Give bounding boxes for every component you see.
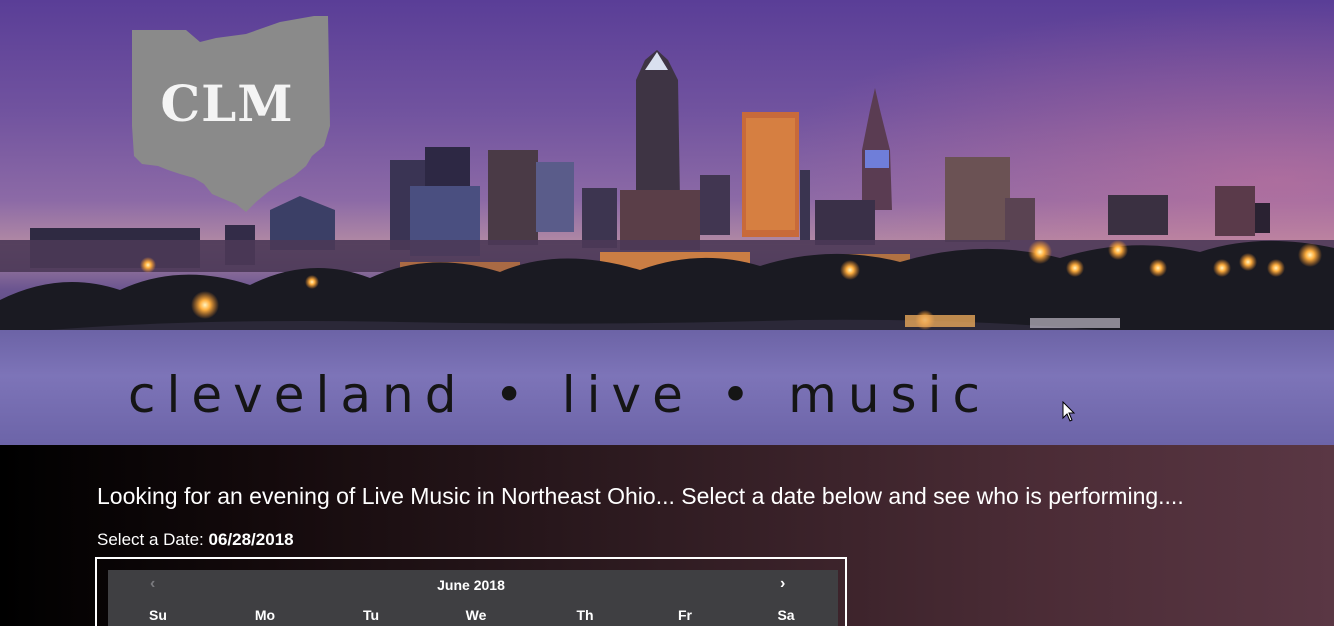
header-banner: CLM cleveland • live • music <box>0 0 1334 445</box>
page: CLM cleveland • live • music Looking for… <box>0 0 1334 626</box>
date-select-label: Select a Date: <box>97 530 204 549</box>
next-month-chevron-icon[interactable]: › <box>780 575 785 593</box>
weekday-label: Fr <box>678 607 692 623</box>
site-tagline: cleveland • live • music <box>128 366 991 424</box>
logo-text: CLM <box>160 74 294 133</box>
mouse-pointer-icon <box>1062 401 1076 422</box>
date-select-line: Select a Date: 06/28/2018 <box>97 530 294 550</box>
weekday-label: Tu <box>362 607 380 623</box>
weekday-label: Th <box>576 607 594 623</box>
weekday-label: Sa <box>777 607 795 623</box>
intro-text: Looking for an evening of Live Music in … <box>97 483 1184 509</box>
calendar-header: ‹ June 2018 › <box>108 570 838 600</box>
weekday-label: We <box>465 607 487 623</box>
weekday-label: Su <box>149 607 167 623</box>
date-picker-calendar[interactable]: ‹ June 2018 › Su Mo Tu We Th Fr Sa <box>108 570 838 626</box>
weekday-header-row: Su Mo Tu We Th Fr Sa <box>108 607 838 626</box>
calendar-month-label[interactable]: June 2018 <box>108 577 834 593</box>
weekday-label: Mo <box>254 607 276 623</box>
selected-date-value: 06/28/2018 <box>208 530 294 549</box>
